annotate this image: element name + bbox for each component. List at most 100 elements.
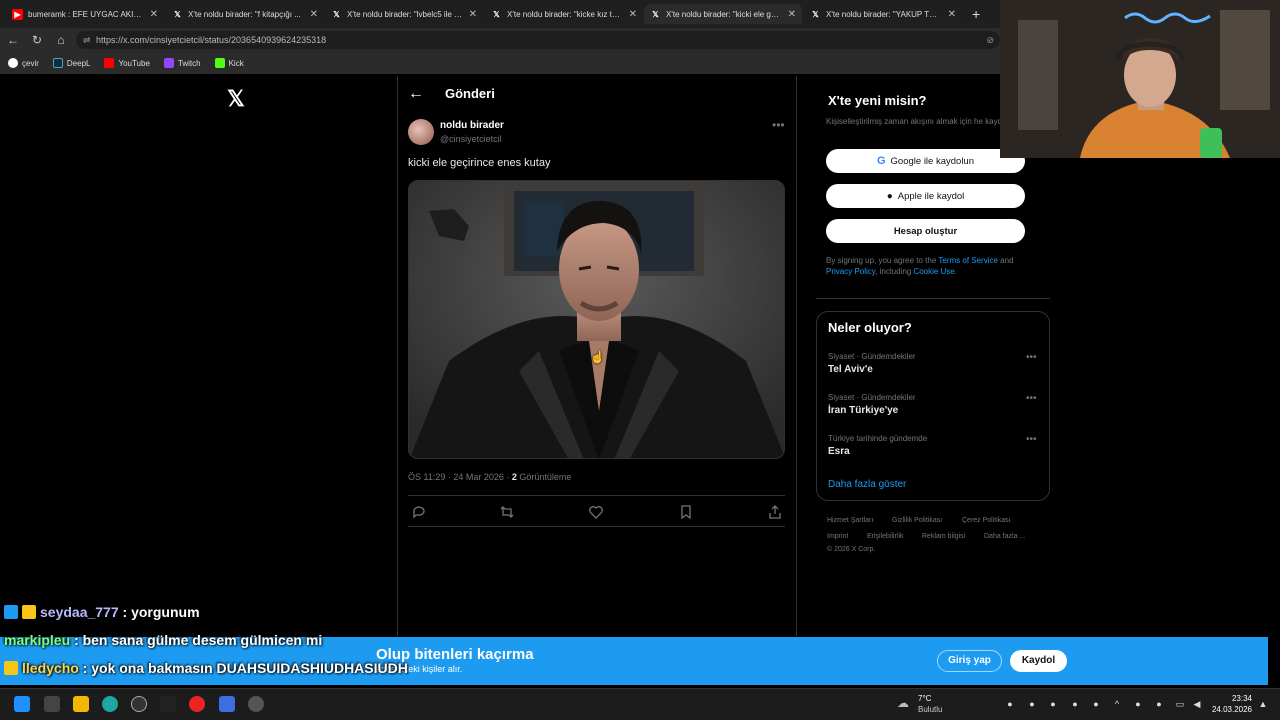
bookmark-cevir[interactable]: çevir [8, 58, 39, 68]
home-icon[interactable]: ⌂ [53, 32, 69, 48]
footer-link[interactable]: Daha fazla ... [984, 533, 1025, 540]
trend-item[interactable]: Tel Aviv'e [828, 364, 873, 375]
cookie-link[interactable]: Cookie Use. [913, 267, 957, 276]
share-icon[interactable] [767, 504, 783, 520]
webcam-overlay [1000, 0, 1280, 158]
app-icon[interactable] [131, 696, 147, 712]
x-icon: 𝕏 [174, 9, 181, 19]
chat-badge-icon [4, 605, 18, 619]
weather-temp[interactable]: 7°C [918, 694, 931, 703]
more-options-icon[interactable]: ••• [1026, 352, 1037, 363]
footer-link[interactable]: Gizlilik Politikası [892, 517, 942, 524]
chat-message: lledycho : yok ona bakmasın DUAHSUIDASHI… [4, 660, 408, 676]
new-tab-button[interactable]: + [966, 4, 990, 24]
bookmark-deepl[interactable]: DeepL [52, 58, 90, 68]
file-explorer-icon[interactable] [73, 696, 89, 712]
apple-signup-button[interactable]: ● Apple ile kaydol [826, 184, 1025, 208]
url-field[interactable]: ⇌ https://x.com/cinsiyetcietcil/status/2… [76, 31, 1000, 49]
browser-tab[interactable]: 𝕏 X'te noldu birader: "f kitapçığı ... ✕ [166, 4, 324, 24]
tray-app-icon[interactable]: ● [1070, 699, 1080, 709]
refresh-icon[interactable]: ↻ [29, 32, 45, 48]
like-icon[interactable] [588, 504, 604, 520]
footer-link[interactable]: Reklam bilgisi [922, 533, 965, 540]
tray-app-icon[interactable]: ● [1133, 699, 1143, 709]
login-button[interactable]: Giriş yap [937, 650, 1002, 672]
site-info-icon[interactable]: ⇌ [83, 31, 91, 49]
bookmark-icon[interactable] [678, 504, 694, 520]
obs-icon[interactable] [248, 696, 264, 712]
back-arrow-icon[interactable]: ← [408, 85, 424, 103]
bookmark-twitch[interactable]: Twitch [163, 58, 201, 68]
create-account-button[interactable]: Hesap oluştur [826, 219, 1025, 243]
chat-text: : ben sana gülme desem gülmicen mi [70, 632, 323, 648]
close-tab-icon[interactable]: ✕ [948, 9, 956, 20]
tray-app-icon[interactable]: ● [1005, 699, 1015, 709]
trend-item[interactable]: Esra [828, 446, 850, 457]
clock-date[interactable]: 24.03.2026 [1210, 705, 1252, 714]
post-timestamp[interactable]: ÖS 11:29 · 24 Mar 2026 · [408, 472, 512, 482]
browser-tab[interactable]: ▶ bumeramk : EFE UYGAC AKIMI TEK ✕ [6, 4, 164, 24]
network-icon[interactable]: ▭ [1175, 699, 1185, 709]
reply-icon[interactable] [411, 504, 427, 520]
windows-start-icon[interactable] [14, 696, 30, 712]
volume-icon[interactable]: ◀ [1192, 699, 1202, 709]
edge-browser-icon[interactable] [102, 696, 118, 712]
close-tab-icon[interactable]: ✕ [629, 9, 637, 20]
author-handle[interactable]: @cinsiyetcietcil [440, 134, 502, 144]
task-view-icon[interactable] [44, 696, 60, 712]
browser-tab-active[interactable]: 𝕏 X'te noldu birader: "kicki ele geçir ✕ [644, 4, 802, 24]
chat-message: seydaa_777 : yorgunum [4, 604, 200, 620]
bookmark-kick[interactable]: Kick [214, 58, 244, 68]
bookmarks-bar: çevir DeepL YouTube Twitch Kick [0, 52, 1000, 74]
register-button[interactable]: Kaydol [1010, 650, 1067, 672]
show-more-link[interactable]: Daha fazla göster [828, 479, 906, 490]
bookmark-youtube[interactable]: YouTube [104, 58, 150, 68]
more-options-icon[interactable]: ••• [1026, 434, 1037, 445]
chevron-up-icon[interactable]: ^ [1112, 699, 1122, 709]
repost-icon[interactable] [499, 504, 515, 520]
tray-app-icon[interactable]: ● [1091, 699, 1101, 709]
google-translate-icon [8, 58, 18, 68]
author-name[interactable]: noldu birader [440, 120, 504, 131]
privacy-link[interactable]: Privacy Policy [826, 267, 875, 276]
page-title: Gönderi [445, 86, 495, 101]
more-options-icon[interactable]: ••• [1026, 393, 1037, 404]
browser-tab[interactable]: 𝕏 X'te noldu birader: "YAKUP TV ENL ✕ [804, 4, 962, 24]
tracking-prevention-icon[interactable]: ⊘ [986, 31, 994, 49]
post-image[interactable] [408, 180, 785, 459]
tray-app-icon[interactable]: ● [1027, 699, 1037, 709]
youtube-app-icon[interactable] [189, 696, 205, 712]
close-tab-icon[interactable]: ✕ [310, 9, 318, 20]
browser-tab[interactable]: 𝕏 X'te noldu birader: "kicke kız tayfa ✕ [485, 4, 643, 24]
twitch-icon [163, 58, 174, 68]
close-tab-icon[interactable]: ✕ [788, 9, 796, 20]
post-text: kicki ele geçirince enes kutay [408, 157, 551, 169]
footer-link[interactable]: Çerez Politikası [962, 517, 1011, 524]
google-icon: G [876, 155, 886, 167]
weather-label[interactable]: Bulutlu [918, 705, 942, 714]
chat-text: : yok ona bakmasın DUAHSUIDASHIUDHASIUDH [78, 660, 408, 676]
x-icon: 𝕏 [493, 9, 500, 19]
app-icon[interactable] [219, 696, 235, 712]
trend-category: Türkiye tarihinde gündemde [828, 434, 928, 443]
trend-item[interactable]: İran Türkiye'ye [828, 405, 898, 416]
copyright: © 2026 X Corp. [827, 546, 876, 553]
terminal-icon[interactable] [160, 696, 176, 712]
footer-link[interactable]: Hizmet Şartları [827, 517, 873, 524]
close-tab-icon[interactable]: ✕ [469, 9, 477, 20]
microphone-icon[interactable]: ● [1154, 699, 1164, 709]
notification-bell-icon[interactable]: ▲ [1258, 699, 1268, 709]
google-signup-button[interactable]: G Google ile kaydolun [826, 149, 1025, 173]
avatar[interactable] [408, 119, 434, 145]
terms-link[interactable]: Terms of Service [938, 256, 998, 265]
clock-time[interactable]: 23:34 [1226, 694, 1252, 703]
x-icon: 𝕏 [333, 9, 340, 19]
browser-tab[interactable]: 𝕏 X'te noldu birader: "lvbelc5 ile kon ✕ [325, 4, 483, 24]
close-tab-icon[interactable]: ✕ [150, 9, 158, 20]
back-icon[interactable]: ← [5, 32, 21, 48]
tray-app-icon[interactable]: ● [1048, 699, 1058, 709]
x-logo-icon[interactable]: 𝕏 [227, 86, 245, 112]
more-options-icon[interactable]: ••• [772, 118, 785, 132]
footer-link[interactable]: Imprint [827, 533, 848, 540]
footer-link[interactable]: Erişilebilirlik [867, 533, 904, 540]
